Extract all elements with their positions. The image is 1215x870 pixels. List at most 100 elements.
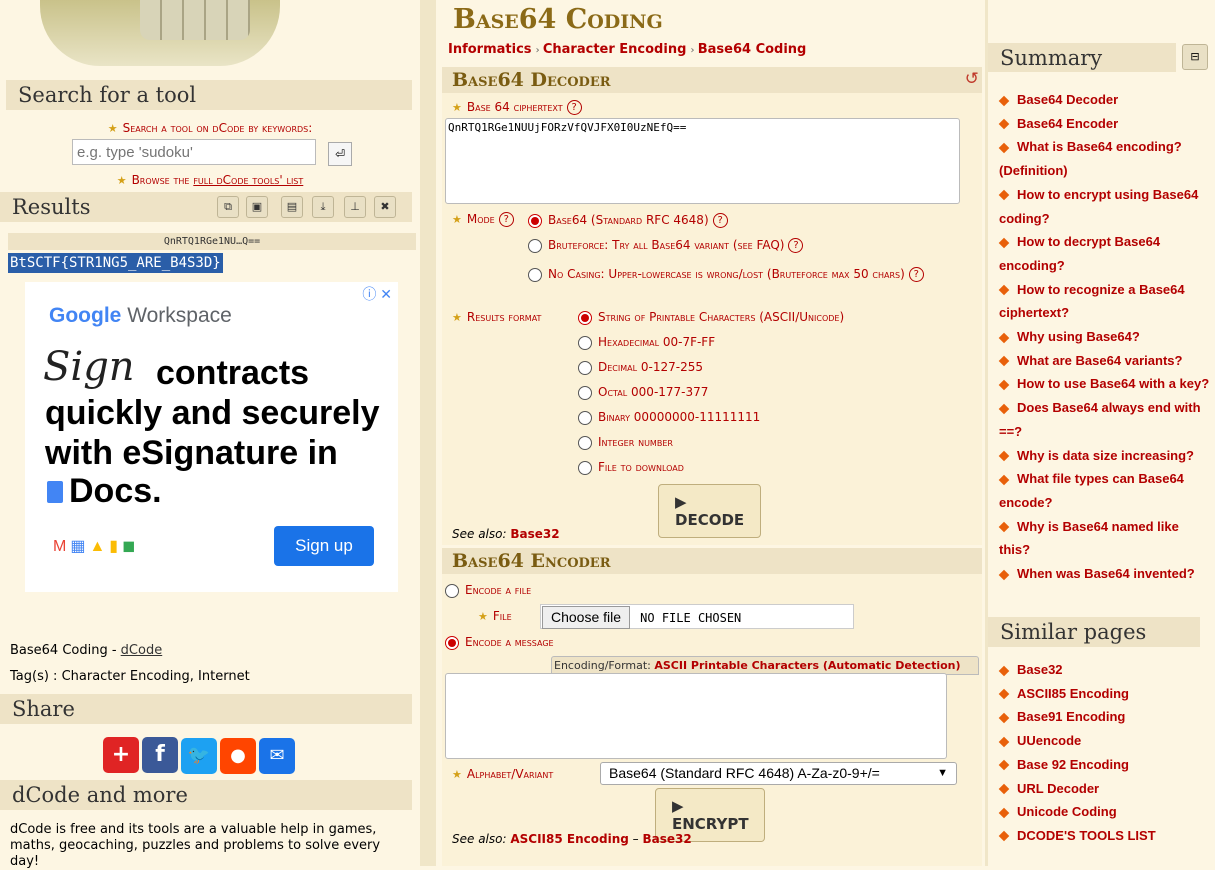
help-icon: ? <box>566 100 582 115</box>
similar-item[interactable]: Base32 <box>998 658 1213 682</box>
alphabet-select[interactable]: Base64 (Standard RFC 4648) A-Za-z0-9+/= … <box>600 762 957 785</box>
ad-brand: Google Workspace <box>49 304 232 327</box>
reset-icon[interactable]: ↺ <box>965 69 979 89</box>
encode-file-option[interactable]: Encode a file <box>445 583 531 598</box>
message-textarea[interactable] <box>445 673 947 759</box>
summary-item[interactable]: Base64 Encoder <box>998 112 1213 136</box>
search-label: ★ Search a tool on dCode by keywords: <box>107 121 313 135</box>
browse-tools: ★ Browse the full dCode tools' list <box>116 173 304 187</box>
calendar-icon: ▦ <box>70 538 90 555</box>
similar-item[interactable]: DCODE'S TOOLS LIST <box>998 824 1213 848</box>
cipher-textarea[interactable]: QnRTQ1RGe1NUUjFORzVfQVJFX0I0UzNEfQ== <box>445 118 960 204</box>
see-also-ascii85-link[interactable]: ASCII85 Encoding <box>510 832 628 846</box>
similar-item[interactable]: UUencode <box>998 729 1213 753</box>
share-plus-icon[interactable]: + <box>103 737 139 773</box>
encoder-see-also: See also: ASCII85 Encoding – Base32 <box>452 832 692 846</box>
facebook-icon[interactable]: f <box>142 737 178 773</box>
ad-headline-line2: quickly and securely <box>45 394 380 432</box>
encoder-panel: Base64 Encoder Encode a file ★ File Choos… <box>442 548 982 866</box>
breadcrumb-informatics[interactable]: Informatics <box>448 42 532 57</box>
reddit-icon[interactable]: ● <box>220 738 256 774</box>
mode-option-nocasing[interactable]: No Casing: Upper-lowercase is wrong/lost… <box>528 263 978 286</box>
page-title: Base64 Coding <box>453 4 663 35</box>
breadcrumb: Informatics › Character Encoding › Base6… <box>448 42 807 57</box>
save-icon[interactable]: ▣ <box>246 196 268 218</box>
ad-info-icon[interactable]: ⓘ ✕ <box>362 284 392 304</box>
choose-file-button[interactable]: Choose file <box>542 606 631 629</box>
summary-item[interactable]: Why is data size increasing? <box>998 444 1213 468</box>
more-text: dCode is free and its tools are a valuab… <box>10 822 381 869</box>
dcode-logo[interactable] <box>40 0 280 66</box>
summary-item[interactable]: Why using Base64? <box>998 325 1213 349</box>
format-option-binary[interactable]: Binary 00000000-11111111 <box>578 410 760 425</box>
summary-item[interactable]: Why is Base64 named like this? <box>998 515 1213 562</box>
format-option-string[interactable]: String of Printable Characters (ASCII/Un… <box>578 310 844 325</box>
close-icon[interactable]: ✖ <box>374 196 396 218</box>
breadcrumb-base64[interactable]: Base64 Coding <box>698 42 807 57</box>
summary-title: Summary <box>988 43 1176 72</box>
mode-option-bruteforce[interactable]: Bruteforce: Try all Base64 variant (see … <box>528 238 804 253</box>
mode-option-standard[interactable]: Base64 (Standard RFC 4648)? <box>528 213 728 228</box>
breadcrumb-character-encoding[interactable]: Character Encoding <box>543 42 687 57</box>
results-output[interactable]: BtSCTF{STR1NG5_ARE_B4S3D} <box>8 253 223 273</box>
copy-icon[interactable]: ⧉ <box>217 196 239 218</box>
see-also-base32-link[interactable]: Base32 <box>642 832 691 846</box>
encoder-title: Base64 Encoder <box>442 548 982 574</box>
ad-headline-line4: Docs. <box>69 472 162 510</box>
similar-item[interactable]: URL Decoder <box>998 777 1213 801</box>
more-section-title: dCode and more <box>0 780 412 810</box>
format-option-file[interactable]: File to download <box>578 460 684 475</box>
summary-item[interactable]: What file types can Base64 encode? <box>998 467 1213 514</box>
download-icon[interactable]: ⤓ <box>312 196 334 218</box>
similar-item[interactable]: Base 92 Encoding <box>998 753 1213 777</box>
play-icon: ▶ <box>672 797 684 815</box>
page-name: Base64 Coding - dCode <box>10 643 163 658</box>
pin-icon[interactable]: ⊥ <box>344 196 366 218</box>
search-submit-button[interactable]: ⏎ <box>328 142 352 166</box>
summary-item[interactable]: Base64 Decoder <box>998 88 1213 112</box>
ad-headline-line1: contracts <box>156 354 310 392</box>
print-icon[interactable]: ▤ <box>281 196 303 218</box>
similar-item[interactable]: Unicode Coding <box>998 800 1213 824</box>
see-also-base32-link[interactable]: Base32 <box>510 527 559 541</box>
similar-list: Base32 ASCII85 Encoding Base91 Encoding … <box>998 658 1213 848</box>
format-option-hex[interactable]: Hexadecimal 00-7F-FF <box>578 335 715 350</box>
summary-item[interactable]: How to encrypt using Base64 coding? <box>998 183 1213 230</box>
search-input[interactable] <box>72 139 316 165</box>
summary-item[interactable]: How to use Base64 with a key? <box>998 372 1213 396</box>
ad-signup-button[interactable]: Sign up <box>274 526 374 566</box>
left-sidebar: Search for a tool ★ Search a tool on dCod… <box>0 0 420 869</box>
decode-button[interactable]: ▶ DECODE <box>658 484 761 538</box>
email-icon[interactable]: ✉ <box>259 738 295 774</box>
summary-item[interactable]: Does Base64 always end with ==? <box>998 396 1213 443</box>
gmail-icon: M <box>53 538 71 555</box>
ad-banner[interactable]: ⓘ ✕ Google Workspace Sign contracts quic… <box>25 282 398 592</box>
format-option-octal[interactable]: Octal 000-177-377 <box>578 385 708 400</box>
full-tools-list-link[interactable]: full dCode tools' list <box>193 173 303 187</box>
file-input[interactable]: Choose file NO FILE CHOSEN <box>540 604 854 629</box>
collapse-summary-icon[interactable]: ⊟ <box>1182 44 1208 70</box>
twitter-icon[interactable]: 🐦 <box>181 738 217 774</box>
summary-item[interactable]: How to recognize a Base64 ciphertext? <box>998 278 1213 325</box>
format-option-integer[interactable]: Integer number <box>578 435 673 450</box>
similar-item[interactable]: ASCII85 Encoding <box>998 682 1213 706</box>
help-icon: ? <box>498 212 514 227</box>
summary-item[interactable]: What is Base64 encoding? (Definition) <box>998 135 1213 182</box>
format-option-decimal[interactable]: Decimal 0-127-255 <box>578 360 703 375</box>
similar-pages-title: Similar pages <box>988 617 1200 647</box>
summary-item[interactable]: How to decrypt Base64 encoding? <box>998 230 1213 277</box>
cipher-label: ★ Base 64 ciphertext? <box>452 100 582 115</box>
summary-item[interactable]: What are Base64 variants? <box>998 349 1213 373</box>
similar-item[interactable]: Base91 Encoding <box>998 705 1213 729</box>
summary-item[interactable]: When was Base64 invented? <box>998 562 1213 586</box>
right-sidebar: Summary ⊟ Base64 Decoder Base64 Encoder … <box>988 0 1215 866</box>
dcode-link[interactable]: dCode <box>121 643 163 658</box>
decoder-panel: Base64 Decoder ↺ ★ Base 64 ciphertext? Qn… <box>442 67 982 545</box>
decoder-title: Base64 Decoder <box>442 67 982 93</box>
encode-message-option[interactable]: Encode a message <box>445 635 554 650</box>
file-label: ★ File <box>478 609 512 623</box>
search-section-title: Search for a tool <box>6 80 412 110</box>
chevron-down-icon: ▼ <box>937 767 948 779</box>
share-section-title: Share <box>0 694 412 724</box>
main-content: Base64 Coding Informatics › Character En… <box>437 0 1151 866</box>
